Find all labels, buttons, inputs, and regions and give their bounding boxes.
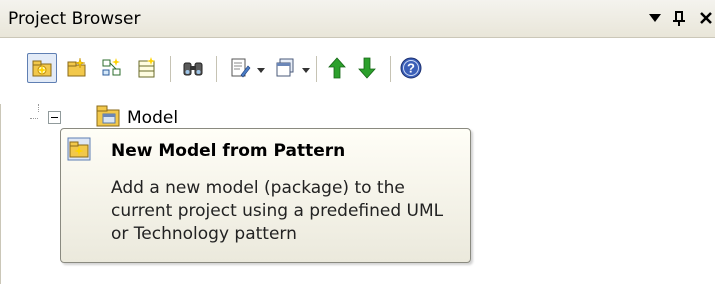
document-edit-icon bbox=[231, 58, 251, 78]
toolbar-separator bbox=[216, 56, 217, 82]
panel-title: Project Browser bbox=[8, 9, 141, 29]
tooltip-title: New Model from Pattern bbox=[111, 141, 346, 161]
tree-connector bbox=[38, 104, 40, 112]
new-package-icon bbox=[67, 57, 86, 77]
toolbar-separator bbox=[316, 56, 317, 82]
arrow-down-icon bbox=[358, 57, 376, 79]
help-icon: ? bbox=[400, 57, 422, 79]
new-model-pattern-icon bbox=[32, 60, 52, 77]
panel-titlebar: Project Browser bbox=[0, 0, 715, 38]
close-icon[interactable] bbox=[695, 6, 715, 30]
chevron-down-icon[interactable] bbox=[256, 65, 266, 75]
help-button[interactable]: ? bbox=[396, 53, 426, 83]
tooltip: New Model from Pattern Add a new model (… bbox=[60, 128, 471, 263]
arrow-up-icon bbox=[328, 57, 346, 79]
chevron-down-icon[interactable] bbox=[301, 65, 311, 75]
binoculars-icon bbox=[183, 62, 203, 76]
new-package-button[interactable] bbox=[62, 53, 92, 83]
new-diagram-button[interactable] bbox=[97, 53, 127, 83]
model-package-icon bbox=[96, 105, 120, 127]
move-down-button[interactable] bbox=[352, 53, 382, 83]
move-up-button[interactable] bbox=[322, 53, 352, 83]
tooltip-body: Add a new model (package) to the current… bbox=[111, 178, 444, 244]
documentation-button[interactable] bbox=[225, 53, 255, 83]
new-diagram-icon bbox=[102, 58, 121, 76]
window-stack-icon bbox=[276, 58, 294, 77]
toolbar-separator bbox=[390, 56, 391, 82]
toolbar-separator bbox=[170, 56, 171, 82]
collapse-toggle[interactable] bbox=[48, 111, 61, 124]
new-model-from-pattern-button[interactable] bbox=[27, 53, 57, 83]
pin-icon[interactable] bbox=[668, 6, 690, 30]
new-element-button[interactable] bbox=[132, 53, 162, 83]
new-model-pattern-icon bbox=[67, 137, 91, 161]
new-element-icon bbox=[138, 57, 155, 78]
toolbar: ? bbox=[0, 38, 715, 104]
dropdown-icon[interactable] bbox=[644, 6, 666, 30]
svg-text:?: ? bbox=[407, 61, 415, 76]
tree-connector bbox=[30, 118, 38, 120]
tree-node-label: Model bbox=[127, 108, 179, 128]
window-button[interactable] bbox=[270, 53, 300, 83]
find-button[interactable] bbox=[178, 53, 208, 83]
